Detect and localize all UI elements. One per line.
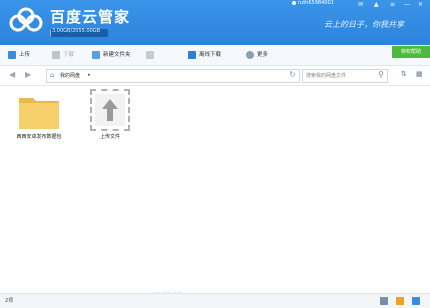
view-mode-icon[interactable]: ▦ — [416, 70, 423, 78]
download-label: 下载 — [63, 52, 75, 58]
notification-icon[interactable]: ▲ — [374, 1, 379, 8]
upload-button[interactable]: 上传 — [8, 50, 30, 61]
username: ruth65984001 — [298, 0, 334, 6]
toolbar: 上传 下载 新建文件夹 离线下载 更多 — [0, 45, 430, 66]
back-arrow-icon[interactable]: ◀ — [9, 70, 15, 79]
upload-label: 上传 — [19, 52, 31, 58]
folder-label[interactable]: 西西安卓发布数据包 — [6, 133, 72, 140]
upload-file-label[interactable]: 上传文件 — [86, 133, 134, 140]
upload-icon — [8, 50, 16, 59]
forward-arrow-icon[interactable]: ▶ — [25, 70, 31, 79]
transfer-icon[interactable] — [396, 297, 404, 305]
cloud-status-icon[interactable] — [412, 297, 420, 305]
download-icon — [52, 50, 60, 59]
app-title: 百度云管家 — [50, 8, 131, 26]
share-icon — [146, 50, 154, 59]
offline-download-label: 离线下载 — [199, 52, 222, 58]
download-button[interactable]: 下载 — [52, 50, 74, 61]
share-button[interactable] — [146, 50, 157, 61]
folder-icon[interactable] — [18, 94, 60, 130]
privilege-button[interactable]: 特权帮助 — [392, 46, 430, 58]
search-placeholder: 搜索我的网盘文件 — [306, 73, 347, 79]
new-folder-label: 新建文件夹 — [103, 52, 131, 58]
quota-fill — [50, 29, 52, 37]
sort-icon[interactable]: ⇅ — [401, 70, 407, 78]
upload-file-tile[interactable] — [90, 89, 130, 131]
user-status-icon — [292, 0, 296, 5]
skin-icon[interactable]: ✉ — [358, 1, 363, 8]
menu-icon[interactable]: ≡ — [390, 1, 395, 8]
close-icon[interactable]: ✕ — [418, 1, 423, 8]
quota-text: 3.00GB/2055.00GB — [52, 28, 101, 34]
app-header: 百度云管家 3.00GB/2055.00GB ruth65984001 ✉ ▲ … — [0, 0, 430, 45]
item-count: 2项 — [5, 298, 14, 304]
grid-view-icon[interactable] — [380, 297, 388, 305]
more-button[interactable]: 更多 — [246, 50, 268, 61]
minimize-icon[interactable]: — — [404, 1, 410, 8]
more-icon — [246, 50, 254, 59]
chevron-right-icon[interactable]: ▸ — [88, 72, 91, 78]
breadcrumb[interactable]: 我的网盘 — [60, 72, 80, 79]
home-icon[interactable]: ⌂ — [50, 71, 54, 79]
file-area — [0, 86, 430, 293]
slogan-text: 云上的日子，你我共享 — [324, 20, 404, 29]
address-bar[interactable]: ⌂ 我的网盘 ▸ ↻ — [46, 69, 300, 83]
offline-download-button[interactable]: 离线下载 — [188, 50, 221, 61]
offline-download-icon — [188, 50, 196, 59]
new-folder-button[interactable]: 新建文件夹 — [92, 50, 131, 61]
status-bar: 2项 — [0, 293, 430, 308]
new-folder-icon — [92, 50, 100, 59]
refresh-icon[interactable]: ↻ — [289, 70, 296, 79]
search-icon[interactable]: ⚲ — [378, 70, 384, 79]
baidu-cloud-logo-icon — [9, 7, 43, 32]
more-label: 更多 — [257, 52, 269, 58]
upload-arrow-icon — [95, 94, 125, 126]
navigation-bar: ◀ ▶ ⌂ 我的网盘 ▸ ↻ 搜索我的网盘文件 ⚲ ⇅ ▦ — [0, 66, 430, 86]
user-menu[interactable]: ruth65984001 — [292, 0, 334, 6]
search-input[interactable]: 搜索我的网盘文件 ⚲ — [302, 69, 388, 83]
